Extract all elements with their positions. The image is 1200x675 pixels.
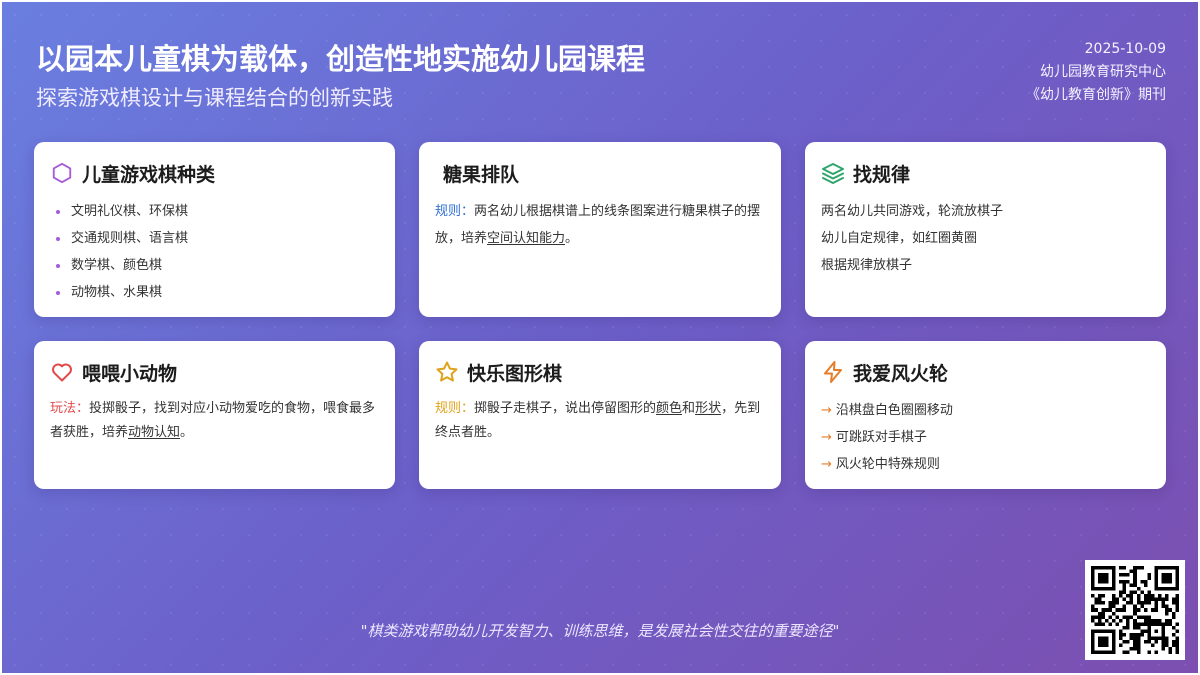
hexagon-icon: [50, 161, 74, 185]
emphasis-text: 动物认知: [128, 425, 181, 440]
card-title: 糖果排队: [443, 163, 520, 186]
journal-text: 《幼儿教育创新》期刊: [1026, 87, 1166, 103]
card-find-pattern: 找规律 两名幼儿共同游戏，轮流放棋子 幼儿自定规律，如红圈黄圈 根据规律放棋子: [805, 142, 1166, 317]
card-title: 儿童游戏棋种类: [82, 163, 216, 186]
emphasis-text: 颜色: [656, 401, 683, 416]
card-title: 找规律: [853, 163, 911, 186]
play-label: 玩法：: [50, 401, 90, 416]
rule-label: 规则：: [435, 204, 475, 219]
card-wind-fire-wheel: 我爱风火轮 → 沿棋盘白色圈圈移动 → 可跳跃对手棋子 → 风火轮中特殊规则: [805, 341, 1166, 489]
list-item: 动物棋、水果棋: [50, 279, 379, 306]
arrow-right-icon: →: [821, 403, 832, 418]
page-title: 以园本儿童棋为载体，创造性地实施幼儿园课程: [36, 42, 646, 76]
card-candy-queue: 糖果排队 规则：两名幼儿根据棋谱上的线条图案进行糖果棋子的摆放，培养空间认知能力…: [419, 142, 781, 317]
card-line: 两名幼儿共同游戏，轮流放棋子: [821, 204, 1004, 219]
emphasis-text: 空间认知能力: [487, 231, 566, 246]
emphasis-text: 形状: [695, 401, 722, 416]
date-text: 2025-10-09: [1084, 41, 1166, 57]
list-item: 数学棋、颜色棋: [50, 252, 379, 279]
card-body: 玩法：投掷骰子，找到对应小动物爱吃的食物，喂食最多者获胜，培养动物认知。: [50, 401, 376, 440]
card-title: 我爱风火轮: [853, 362, 949, 385]
lightning-icon: [821, 360, 845, 384]
heart-icon: [50, 360, 74, 384]
arrow-right-icon: →: [821, 457, 832, 472]
arrow-right-icon: →: [821, 430, 832, 445]
card-line: 幼儿自定规律，如红圈黄圈: [821, 231, 978, 246]
org-text: 幼儿园教育研究中心: [1040, 64, 1166, 80]
star-icon: [435, 360, 459, 384]
list-item: 文明礼仪棋、环保棋: [50, 198, 379, 225]
card-body: 规则：两名幼儿根据棋谱上的线条图案进行糖果棋子的摆放，培养空间认知能力。: [435, 204, 761, 246]
list-item: 交通规则棋、语言棋: [50, 225, 379, 252]
card-shape-chess: 快乐图形棋 规则：掷骰子走棋子，说出停留图形的颜色和形状，先到终点者胜。: [419, 341, 781, 489]
meta-block: 2025-10-09 幼儿园教育研究中心 《幼儿教育创新》期刊: [1026, 38, 1166, 107]
card-title: 快乐图形棋: [467, 362, 563, 385]
card-title: 喂喂小动物: [82, 362, 178, 385]
list-item: → 可跳跃对手棋子: [821, 430, 927, 445]
footer-quote: "棋类游戏帮助幼儿开发智力、训练思维，是发展社会性交往的重要途径": [360, 622, 840, 640]
card-chess-types: 儿童游戏棋种类 文明礼仪棋、环保棋 交通规则棋、语言棋 数学棋、颜色棋 动物棋、…: [34, 142, 395, 317]
rule-label: 规则：: [435, 401, 475, 416]
layers-icon: [821, 161, 845, 185]
card-feed-animals: 喂喂小动物 玩法：投掷骰子，找到对应小动物爱吃的食物，喂食最多者获胜，培养动物认…: [34, 341, 395, 489]
card-body: 规则：掷骰子走棋子，说出停留图形的颜色和形状，先到终点者胜。: [435, 401, 761, 440]
page-subtitle: 探索游戏棋设计与课程结合的创新实践: [36, 86, 393, 110]
qr-code[interactable]: [1085, 560, 1185, 660]
card-line: 根据规律放棋子: [821, 258, 913, 273]
list-item: → 沿棋盘白色圈圈移动: [821, 403, 953, 418]
list-item: → 风火轮中特殊规则: [821, 457, 940, 472]
